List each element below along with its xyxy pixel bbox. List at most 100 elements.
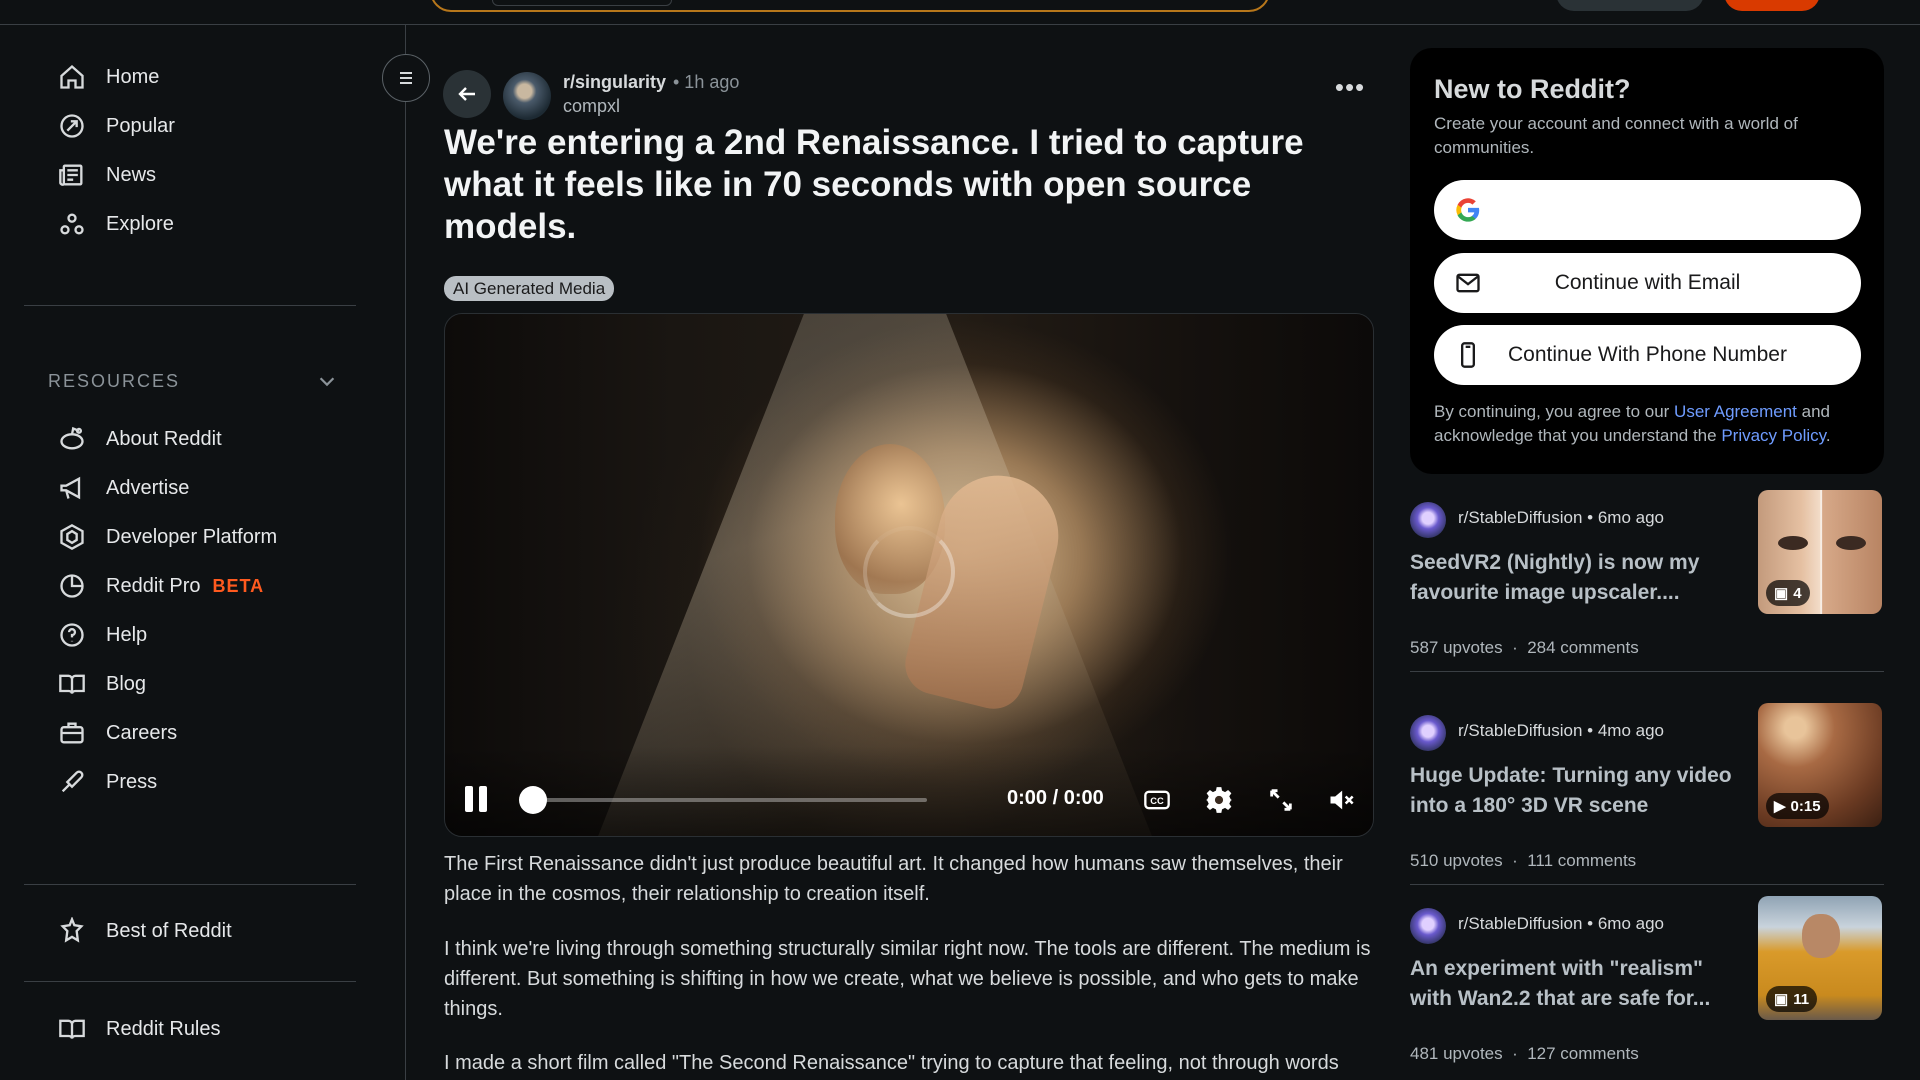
- comment-count: 127 comments: [1527, 1044, 1639, 1063]
- sidebar-item-home[interactable]: Home: [24, 51, 356, 103]
- privacy-policy-link[interactable]: Privacy Policy: [1721, 426, 1826, 445]
- more-options-button[interactable]: •••: [1330, 74, 1370, 108]
- resources-toggle[interactable]: RESOURCES: [48, 354, 338, 408]
- subreddit-avatar[interactable]: [503, 72, 551, 120]
- sidebar-item-help[interactable]: Help: [24, 609, 356, 661]
- post-author-link[interactable]: compxl: [563, 96, 620, 117]
- related-divider: [1410, 671, 1884, 672]
- video-time-label: 0:00 / 0:00: [1007, 787, 1104, 809]
- pause-icon[interactable]: [465, 786, 489, 812]
- comment-count: 284 comments: [1527, 638, 1639, 657]
- upvote-count: 481 upvotes: [1410, 1044, 1503, 1063]
- mail-icon: [1454, 269, 1482, 297]
- google-icon: [1454, 196, 1482, 224]
- briefcase-icon: [54, 715, 90, 751]
- back-button[interactable]: [443, 70, 491, 118]
- sidebar-item-careers[interactable]: Careers: [24, 707, 356, 759]
- phone-icon: [1454, 341, 1482, 369]
- gallery-icon: ▣: [1774, 585, 1789, 602]
- settings-icon[interactable]: [1203, 784, 1235, 816]
- badge-count: 11: [1793, 990, 1810, 1008]
- resources-header: RESOURCES: [48, 370, 181, 391]
- loading-spinner-icon: [863, 526, 955, 618]
- gallery-icon: ▣: [1774, 991, 1789, 1008]
- search-chip[interactable]: [492, 0, 672, 6]
- continue-with-email-button[interactable]: Continue with Email: [1434, 253, 1861, 313]
- related-post-stats: 587 upvotes · 284 comments: [1410, 638, 1639, 657]
- sidebar-item-reddit-rules[interactable]: Reddit Rules: [24, 1003, 356, 1055]
- sidebar-item-label: Popular: [106, 114, 175, 137]
- related-post-title[interactable]: An experiment with "realism" with Wan2.2…: [1410, 954, 1740, 1014]
- related-subreddit[interactable]: r/StableDiffusion: [1458, 914, 1582, 933]
- continue-with-google-button[interactable]: [1434, 180, 1861, 240]
- sidebar-divider: [24, 981, 356, 982]
- sidebar-item-best-of-reddit[interactable]: Best of Reddit: [24, 905, 356, 957]
- video-duration-badge: ▶ 0:15: [1766, 793, 1829, 819]
- sidebar-item-popular[interactable]: Popular: [24, 100, 356, 152]
- post-paragraph: I think we're living through something s…: [444, 938, 1371, 1020]
- related-post-card[interactable]: r/StableDiffusion • 6mo ago An experimen…: [1410, 896, 1884, 1080]
- related-post-title[interactable]: Huge Update: Turning any video into a 18…: [1410, 761, 1740, 821]
- blog-icon: [54, 666, 90, 702]
- home-icon: [54, 59, 90, 95]
- related-post-card[interactable]: r/StableDiffusion • 4mo ago Huge Update:…: [1410, 703, 1884, 905]
- related-post-title[interactable]: SeedVR2 (Nightly) is now my favourite im…: [1410, 548, 1740, 608]
- seek-bar[interactable]: [519, 786, 927, 814]
- sidebar-item-label: Developer Platform: [106, 525, 278, 548]
- related-time: • 6mo ago: [1587, 914, 1664, 933]
- related-post-meta: r/StableDiffusion • 4mo ago: [1458, 721, 1664, 741]
- related-post-thumbnail[interactable]: ▣ 11: [1758, 896, 1882, 1020]
- developer-platform-icon: [54, 519, 90, 555]
- sidebar-item-label: Advertise: [106, 476, 190, 499]
- get-app-button[interactable]: [1556, 0, 1704, 11]
- related-post-stats: 510 upvotes · 111 comments: [1410, 851, 1637, 870]
- related-post-thumbnail[interactable]: ▶ 0:15: [1758, 703, 1882, 827]
- user-agreement-link[interactable]: User Agreement: [1674, 402, 1797, 421]
- badge-duration: 0:15: [1790, 797, 1821, 815]
- subreddit-avatar[interactable]: [1410, 502, 1446, 538]
- upvote-count: 510 upvotes: [1410, 851, 1503, 870]
- sidebar-item-label: Help: [106, 623, 148, 646]
- sidebar-item-label: News: [106, 163, 157, 186]
- related-subreddit[interactable]: r/StableDiffusion: [1458, 721, 1582, 740]
- sidebar-item-about-reddit[interactable]: About Reddit: [24, 413, 356, 465]
- mute-icon[interactable]: [1325, 784, 1357, 816]
- related-post-stats: 481 upvotes · 127 comments: [1410, 1044, 1639, 1063]
- phone-button-label: Continue With Phone Number: [1508, 343, 1787, 366]
- subreddit-avatar[interactable]: [1410, 908, 1446, 944]
- seek-thumb[interactable]: [519, 786, 547, 814]
- left-sidebar: Home Popular News Explore RESOURCES Abou…: [0, 25, 406, 1080]
- signup-subtitle: Create your account and connect with a w…: [1434, 114, 1798, 157]
- sidebar-item-label: Home: [106, 65, 160, 88]
- press-icon: [54, 764, 90, 800]
- post-paragraph: The First Renaissance didn't just produc…: [444, 853, 1343, 905]
- signup-title: New to Reddit?: [1434, 74, 1631, 104]
- sidebar-item-label: Best of Reddit: [106, 919, 232, 942]
- sidebar-item-explore[interactable]: Explore: [24, 198, 356, 250]
- sidebar-item-reddit-pro[interactable]: Reddit Pro BETA: [24, 560, 356, 612]
- sidebar-item-developer-platform[interactable]: Developer Platform: [24, 511, 356, 563]
- captions-icon[interactable]: CC: [1141, 784, 1173, 816]
- sidebar-item-news[interactable]: News: [24, 149, 356, 201]
- post-flair[interactable]: AI Generated Media: [444, 276, 615, 301]
- related-time: • 6mo ago: [1587, 508, 1664, 527]
- related-post-card[interactable]: r/StableDiffusion • 6mo ago SeedVR2 (Nig…: [1410, 490, 1884, 692]
- related-post-thumbnail[interactable]: ▣ 4: [1758, 490, 1882, 614]
- log-in-button[interactable]: [1724, 0, 1820, 11]
- video-player[interactable]: 0:00 / 0:00 CC: [444, 313, 1374, 837]
- related-subreddit[interactable]: r/StableDiffusion: [1458, 508, 1582, 527]
- post-subreddit-link[interactable]: r/singularity: [563, 72, 666, 93]
- search-bar[interactable]: [430, 0, 1270, 12]
- sidebar-item-press[interactable]: Press: [24, 756, 356, 808]
- gallery-badge: ▣ 11: [1766, 986, 1818, 1012]
- sidebar-item-advertise[interactable]: Advertise: [24, 462, 356, 514]
- news-icon: [54, 157, 90, 193]
- continue-with-phone-button[interactable]: Continue With Phone Number: [1434, 325, 1861, 385]
- collapse-sidebar-button[interactable]: [382, 54, 430, 102]
- sidebar-item-blog[interactable]: Blog: [24, 658, 356, 710]
- fullscreen-icon[interactable]: [1265, 784, 1297, 816]
- subreddit-avatar[interactable]: [1410, 715, 1446, 751]
- svg-text:CC: CC: [1150, 796, 1164, 806]
- legal-text: By continuing, you agree to our: [1434, 402, 1675, 421]
- rules-icon: [54, 1011, 90, 1047]
